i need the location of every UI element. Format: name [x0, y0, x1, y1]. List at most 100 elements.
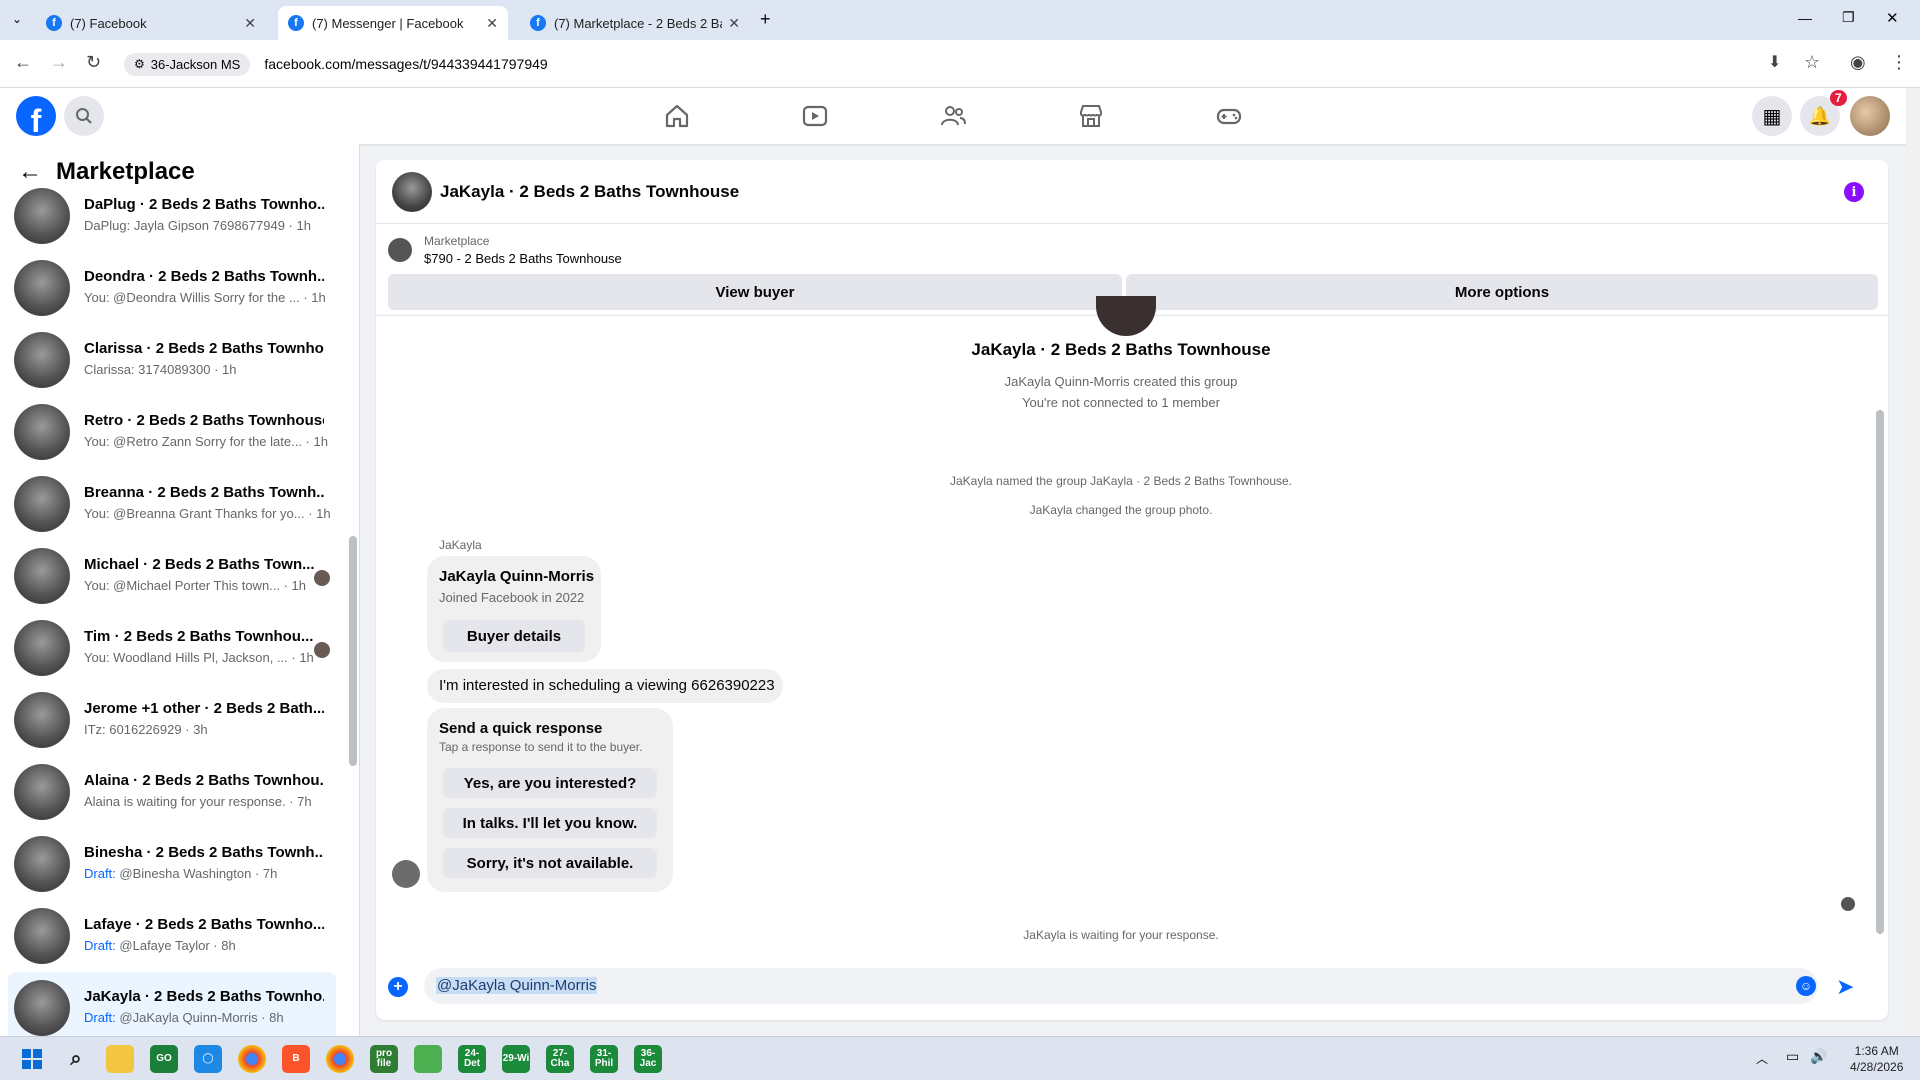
conversation-item[interactable]: Jerome +1 other · 2 Beds 2 Bath... ITz: 6… [8, 684, 336, 756]
brave-icon[interactable]: B [282, 1045, 310, 1073]
reload-icon[interactable]: ↻ [86, 52, 101, 73]
quick-response-yes-button[interactable]: Yes, are you interested? [443, 768, 657, 798]
taskbar-app-icon[interactable]: pro file [370, 1045, 398, 1073]
conversation-preview: DaPlug: Jayla Gipson 7698677949 · 1h [84, 218, 311, 233]
minimize-window-icon[interactable]: — [1798, 10, 1812, 26]
taskbar-app-icon[interactable]: 29-Wi [502, 1045, 530, 1073]
chrome-profile-icon[interactable] [326, 1045, 354, 1073]
marketplace-icon[interactable] [1077, 102, 1105, 130]
emoji-icon[interactable]: ☺ [1796, 976, 1816, 996]
taskbar-search-icon[interactable]: ⌕ [62, 1045, 90, 1073]
sidebar-scrollbar[interactable] [349, 536, 357, 766]
view-buyer-button[interactable]: View buyer [388, 274, 1122, 310]
browser-tab-marketplace[interactable]: f (7) Marketplace - 2 Beds 2 Bath ✕ [520, 6, 750, 40]
tray-chevron-icon[interactable]: ︿ [1756, 1050, 1768, 1067]
conversation-item[interactable]: Clarissa · 2 Beds 2 Baths Townho... Clari… [8, 324, 336, 396]
listing-thumbnail[interactable] [388, 238, 412, 262]
buyer-details-button[interactable]: Buyer details [443, 620, 585, 652]
video-icon[interactable] [801, 102, 829, 130]
facebook-logo-icon[interactable]: f [16, 96, 56, 136]
taskbar-app-icon[interactable] [414, 1045, 442, 1073]
chat-panel: JaKayla · 2 Beds 2 Baths Townhouse i Mar… [376, 160, 1888, 1020]
restore-window-icon[interactable]: ❐ [1842, 9, 1855, 26]
file-explorer-icon[interactable] [106, 1045, 134, 1073]
browser-address-bar: ← → ↻ ⚙ 36-Jackson MS facebook.com/messa… [0, 40, 1920, 88]
site-info-chip[interactable]: ⚙ 36-Jackson MS [124, 52, 251, 76]
conversation-item[interactable]: JaKayla · 2 Beds 2 Baths Townho... Draft:… [8, 972, 336, 1036]
more-options-button[interactable]: More options [1126, 274, 1878, 310]
install-app-icon[interactable]: ⬇ [1768, 52, 1781, 72]
conversation-avatar [14, 260, 70, 316]
close-tab-icon[interactable]: ✕ [244, 15, 256, 32]
preview-text: You: @Retro Zann Sorry for the late... ·… [84, 434, 328, 449]
conversation-item[interactable]: Lafaye · 2 Beds 2 Baths Townho... Draft: … [8, 900, 336, 972]
preview-text: You: Woodland Hills Pl, Jackson, ... · 1… [84, 650, 314, 665]
chat-scrollbar[interactable] [1876, 410, 1884, 934]
tab-search-chevron-icon[interactable]: ⌄ [12, 12, 22, 26]
windows-taskbar: ⌕ GO ◯ B pro file 24-Det 29-Wi 27-Cha 31-Phi… [0, 1036, 1920, 1080]
network-icon[interactable]: ▭ [1786, 1048, 1799, 1065]
browser-tab-messenger[interactable]: f (7) Messenger | Facebook ✕ [278, 6, 508, 40]
taskbar-app-icon[interactable]: 27-Cha [546, 1045, 574, 1073]
conversation-avatar [14, 188, 70, 244]
account-avatar[interactable] [1850, 96, 1890, 136]
browser-menu-icon[interactable]: ⋮ [1890, 52, 1908, 73]
chat-title[interactable]: JaKayla · 2 Beds 2 Baths Townhouse [440, 182, 739, 202]
start-windows-icon[interactable] [18, 1045, 46, 1073]
plus-icon[interactable]: + [388, 977, 408, 997]
conversation-item[interactable]: Alaina · 2 Beds 2 Baths Townhou... Alaina… [8, 756, 336, 828]
conversation-item[interactable]: Breanna · 2 Beds 2 Baths Townh... You: @B… [8, 468, 336, 540]
conversation-item[interactable]: Tim · 2 Beds 2 Baths Townhou... You: Wood… [8, 612, 336, 684]
seen-indicator-avatar [1841, 897, 1855, 911]
conversation-item[interactable]: Michael · 2 Beds 2 Baths Town... You: @Mi… [8, 540, 336, 612]
friends-icon[interactable] [939, 102, 967, 130]
conversation-preview: You: Woodland Hills Pl, Jackson, ... · 1… [84, 650, 314, 665]
conversation-item[interactable]: DaPlug · 2 Beds 2 Baths Townho... DaPlug:… [8, 180, 336, 252]
taskbar-app-icon[interactable]: 31-Phil [590, 1045, 618, 1073]
browser-tab-facebook[interactable]: f (7) Facebook ✕ [36, 6, 266, 40]
conversation-name: Breanna · 2 Beds 2 Baths Townh... [84, 484, 324, 501]
app-icon[interactable]: GO [150, 1045, 178, 1073]
conversation-name: JaKayla · 2 Beds 2 Baths Townho... [84, 988, 324, 1005]
group-photo[interactable] [1096, 296, 1156, 336]
listing-title[interactable]: $790 - 2 Beds 2 Baths Townhouse [424, 251, 622, 266]
volume-icon[interactable]: 🔊 [1810, 1048, 1827, 1065]
taskbar-app-icon[interactable]: 24-Det [458, 1045, 486, 1073]
omnibox[interactable]: ⚙ 36-Jackson MS facebook.com/messages/t/… [124, 48, 1768, 80]
chat-avatar[interactable] [392, 172, 432, 212]
message-input[interactable] [424, 968, 1818, 1004]
conversation-item[interactable]: Binesha · 2 Beds 2 Baths Townh... Draft: … [8, 828, 336, 900]
facebook-favicon-icon: f [288, 15, 304, 31]
search-button[interactable] [64, 96, 104, 136]
taskbar-app-icon[interactable]: 36-Jac [634, 1045, 662, 1073]
new-tab-icon[interactable]: + [760, 9, 771, 30]
sender-avatar[interactable] [392, 860, 420, 888]
taskbar-clock[interactable]: 1:36 AM 4/28/2026 [1850, 1043, 1903, 1075]
bookmark-star-icon[interactable]: ☆ [1804, 52, 1820, 73]
conversation-item[interactable]: Retro · 2 Beds 2 Baths Townhouse You: @Re… [8, 396, 336, 468]
conversation-avatar [14, 980, 70, 1036]
send-icon[interactable]: ➤ [1836, 974, 1854, 1000]
preview-text: You: @Breanna Grant Thanks for yo... · 1… [84, 506, 331, 521]
gaming-icon[interactable] [1215, 102, 1243, 130]
conversation-item[interactable]: Deondra · 2 Beds 2 Baths Townh... You: @D… [8, 252, 336, 324]
info-icon[interactable]: i [1844, 182, 1864, 202]
back-arrow-icon[interactable]: ← [14, 52, 32, 73]
quick-response-in-talks-button[interactable]: In talks. I'll let you know. [443, 808, 657, 838]
preview-text: DaPlug: Jayla Gipson 7698677949 · 1h [84, 218, 311, 233]
forward-arrow-icon[interactable]: → [50, 52, 68, 73]
close-window-icon[interactable]: ✕ [1886, 9, 1899, 27]
menu-grid-button[interactable]: ▦ [1752, 96, 1792, 136]
home-icon[interactable] [663, 102, 691, 130]
profile-icon[interactable]: ◉ [1850, 52, 1866, 73]
message-input-text: @JaKayla Quinn-Morris [436, 977, 598, 994]
page-scrollbar[interactable] [1906, 88, 1920, 1036]
chrome-icon[interactable] [238, 1045, 266, 1073]
facebook-header: f ▦ 🔔 7 [0, 88, 1920, 144]
quick-response-not-available-button[interactable]: Sorry, it's not available. [443, 848, 657, 878]
close-tab-icon[interactable]: ✕ [728, 15, 740, 32]
app-icon[interactable]: ◯ [194, 1045, 222, 1073]
close-tab-icon[interactable]: ✕ [486, 15, 498, 32]
message-bubble[interactable]: I'm interested in scheduling a viewing 6… [427, 669, 783, 703]
conversation-preview: ITz: 6016226929 · 3h [84, 722, 208, 737]
